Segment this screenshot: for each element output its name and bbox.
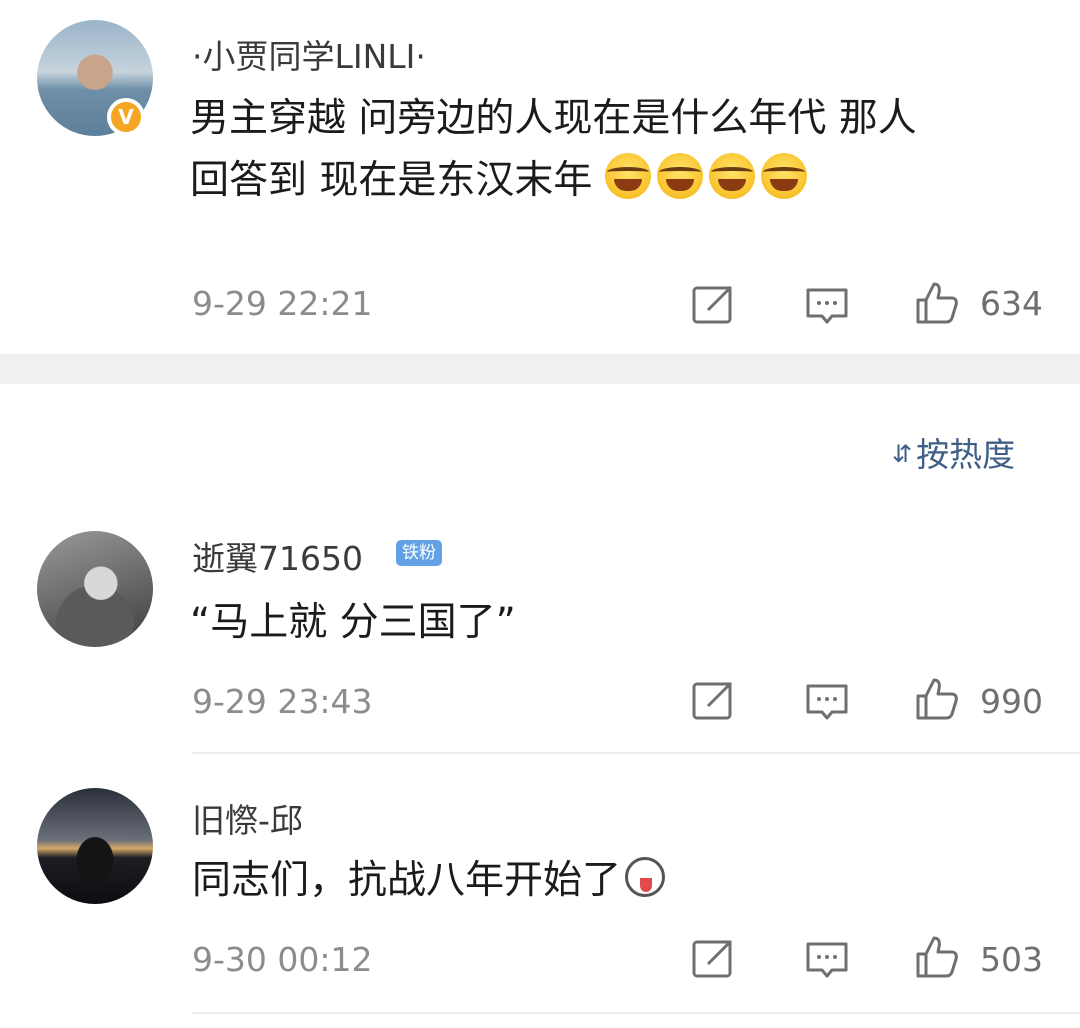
share-icon[interactable]: [690, 678, 736, 724]
like-icon[interactable]: [914, 676, 960, 722]
laughing-tears-icon: [760, 153, 807, 199]
like-count: 634: [980, 284, 1043, 323]
verified-badge: V: [107, 98, 145, 136]
comment-username[interactable]: 逝翼71650: [192, 532, 363, 580]
post-username[interactable]: ·小贾同学LINLI·: [192, 30, 426, 78]
dog-icon: [625, 857, 666, 897]
section-divider: [0, 354, 1080, 384]
avatar[interactable]: [37, 788, 153, 904]
comment-text: 同志们，抗战八年开始了: [192, 858, 622, 903]
like-icon[interactable]: [914, 280, 960, 326]
post-text: 男主穿越 问旁边的人现在是什么年代 那人 回答到 现在是东汉末年: [190, 88, 917, 212]
comment-icon[interactable]: [804, 284, 850, 330]
laughing-tears-icon: [656, 153, 703, 199]
post-text-line2: 回答到 现在是东汉末年: [190, 158, 593, 203]
comment-separator: [192, 1012, 1080, 1014]
comment-username[interactable]: 旧憏-邱: [192, 794, 303, 842]
like-count: 990: [980, 682, 1043, 721]
comment-timestamp: 9-29 23:43: [192, 682, 373, 721]
share-icon[interactable]: [690, 282, 736, 328]
post-timestamp: 9-29 22:21: [192, 284, 373, 323]
comment-icon[interactable]: [804, 680, 850, 726]
comment-separator: [192, 752, 1080, 754]
comment-icon[interactable]: [804, 938, 850, 984]
avatar[interactable]: [37, 531, 153, 647]
post-text-line1: 男主穿越 问旁边的人现在是什么年代 那人: [190, 96, 917, 141]
comment-timestamp: 9-30 00:12: [192, 940, 373, 979]
laughing-tears-icon: [708, 153, 755, 199]
share-icon[interactable]: [690, 936, 736, 982]
comment-text: “马上就 分三国了”: [190, 600, 516, 645]
post-text-line2-wrap: 回答到 现在是东汉末年: [190, 150, 917, 212]
comment-text-wrap: 同志们，抗战八年开始了: [192, 850, 666, 912]
sort-icon: ⇵: [892, 440, 913, 468]
like-count: 503: [980, 940, 1043, 979]
fan-badge: 铁粉: [396, 540, 442, 566]
sort-label: 按热度: [916, 435, 1016, 474]
like-icon[interactable]: [914, 934, 960, 980]
laughing-tears-icon: [604, 153, 651, 199]
sort-by-hot-button[interactable]: ⇵ 按热度: [892, 428, 1015, 476]
main-post: V ·小贾同学LINLI· 男主穿越 问旁边的人现在是什么年代 那人 回答到 现…: [0, 0, 1080, 354]
